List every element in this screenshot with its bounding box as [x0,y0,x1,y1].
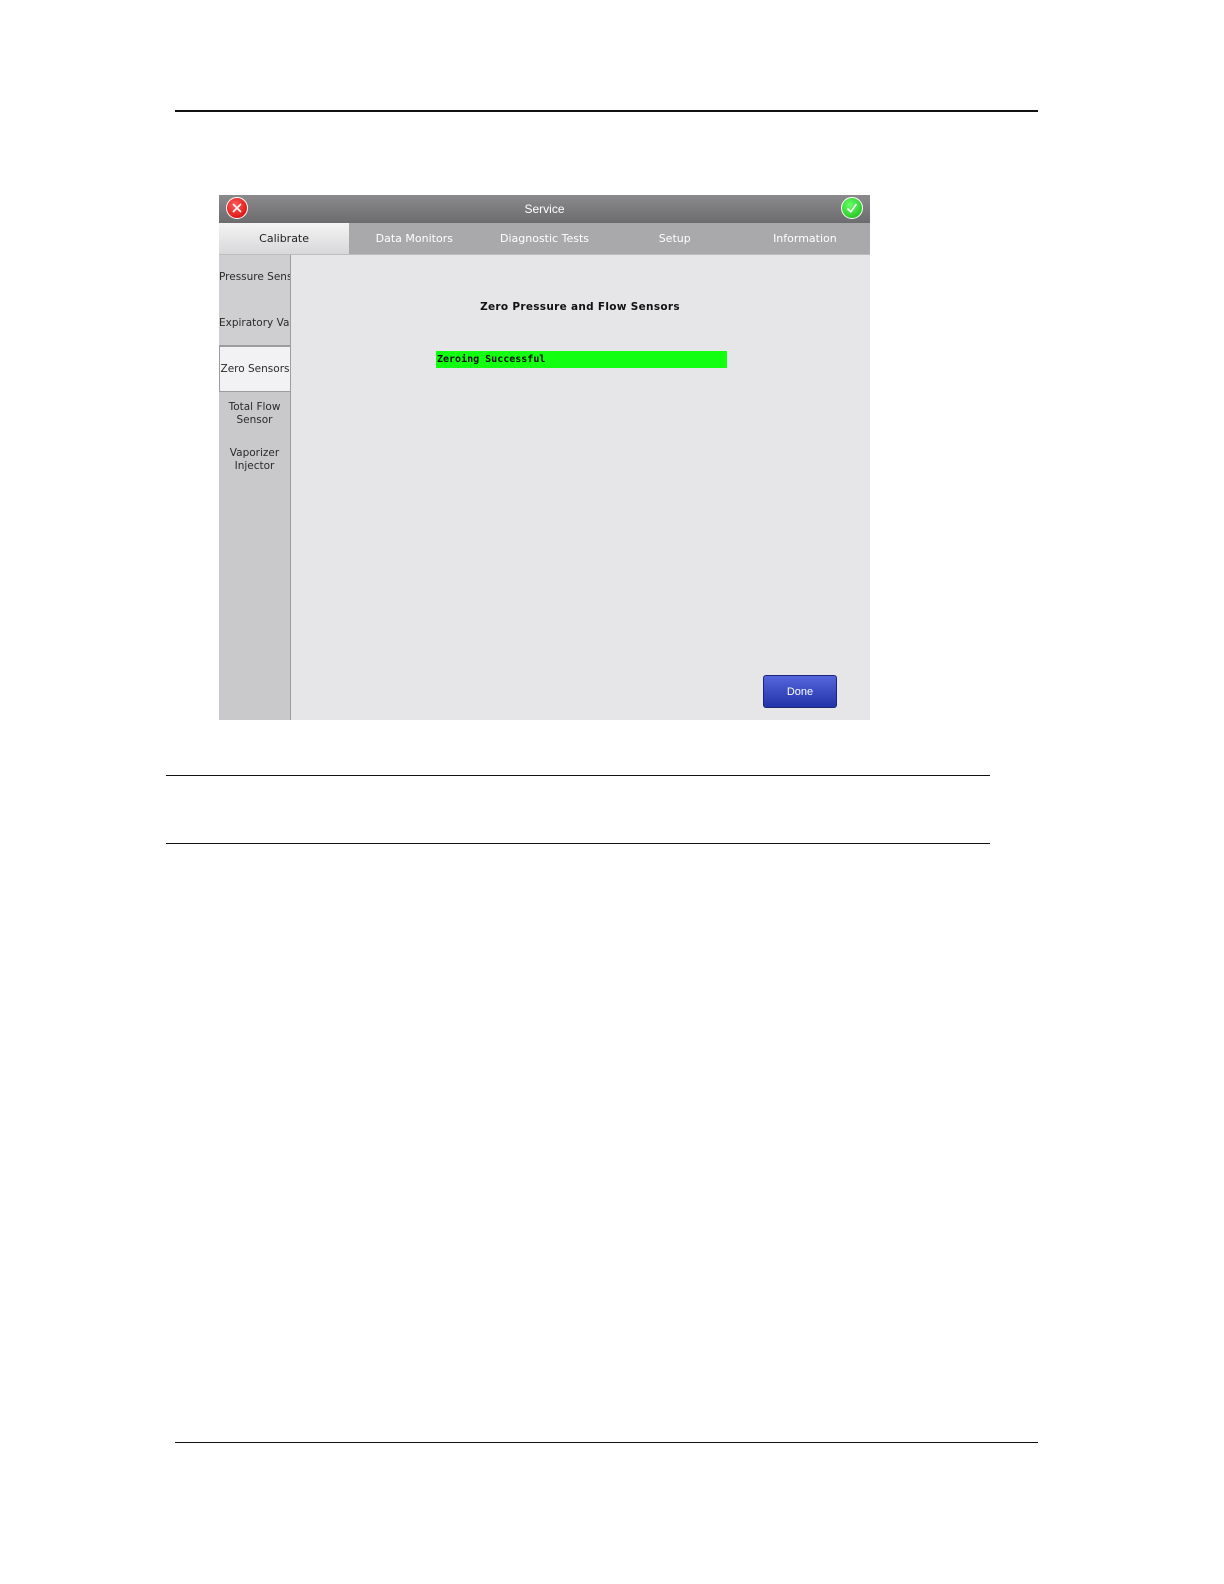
window-title: Service [524,202,565,216]
tab-setup[interactable]: Setup [610,223,740,254]
sidebar-item-label-line1: Total Flow [228,401,281,413]
sidebar-item-expiratory-valve[interactable]: Expiratory Valve [219,300,290,346]
status-bar: Zeroing Successful [436,351,727,368]
tab-diagnostic-tests[interactable]: Diagnostic Tests [479,223,609,254]
sidebar-item-zero-sensors[interactable]: Zero Sensors [219,346,290,392]
sidebar-item-label-line1: Vaporizer [229,447,280,459]
tab-calibrate[interactable]: Calibrate [219,223,350,254]
sidebar-item-label-line2: Sensor [236,414,273,426]
sidebar-item-label: Pressure Sensor [219,271,290,283]
panel-title: Zero Pressure and Flow Sensors [480,301,680,313]
calibrate-sidebar: Pressure Sensor Expiratory Valve Zero Se… [219,255,291,720]
sidebar-item-label-line2: Injector [234,460,275,472]
title-bar: Service [219,195,870,223]
sidebar-item-label: Zero Sensors [220,363,290,375]
done-button[interactable]: Done [763,675,837,708]
check-icon [846,203,858,214]
page-rule-top [175,110,1038,112]
sidebar-item-pressure-sensor[interactable]: Pressure Sensor [219,255,290,300]
confirm-button[interactable] [841,197,863,219]
sidebar-item-vaporizer-injector[interactable]: Vaporizer Injector [219,447,290,487]
caption-rule-bottom [166,843,990,844]
page-rule-bottom [175,1442,1038,1443]
tab-data-monitors[interactable]: Data Monitors [349,223,479,254]
main-tabs: Calibrate Data Monitors Diagnostic Tests… [219,223,870,255]
sidebar-item-total-flow-sensor[interactable]: Total Flow Sensor [219,401,290,441]
caption-rule-top [166,775,990,776]
sidebar-item-label: Expiratory Valve [219,317,290,329]
tab-information[interactable]: Information [740,223,870,254]
service-screen: Service Calibrate Data Monitors Diagnost… [219,195,870,720]
